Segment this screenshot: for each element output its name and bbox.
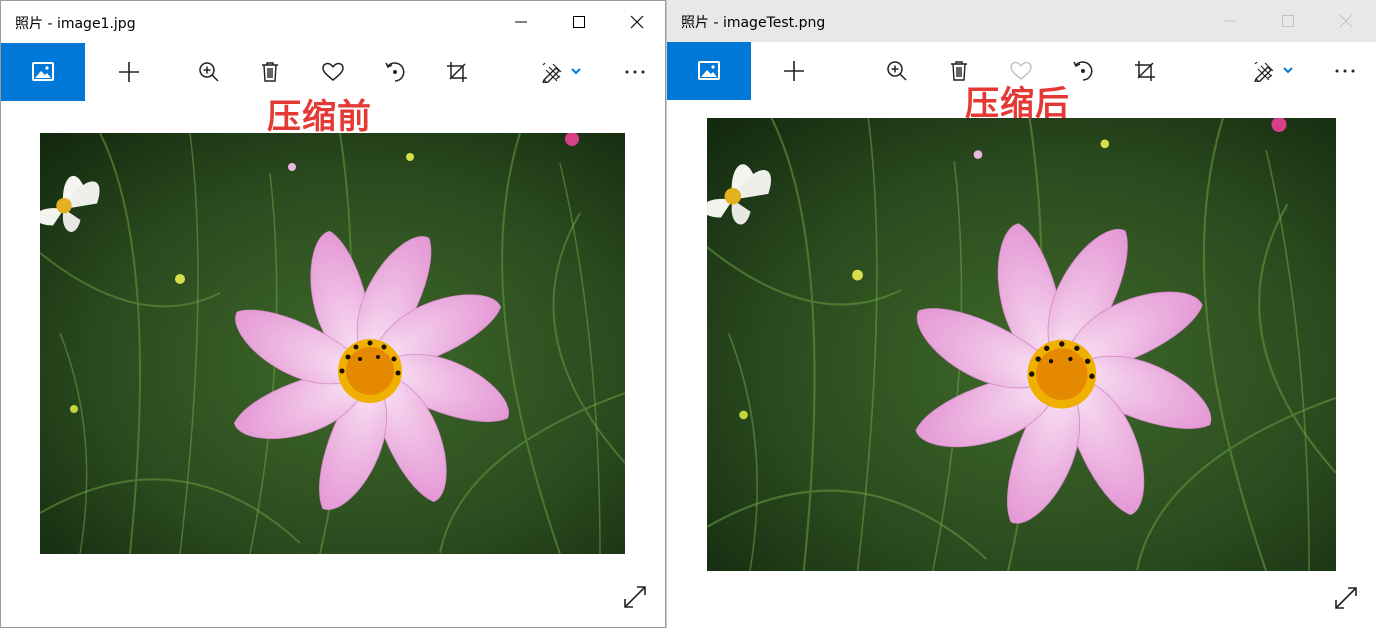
- crop-icon: [1135, 61, 1155, 81]
- favorite-icon: [322, 62, 344, 81]
- maximize-button[interactable]: [1259, 0, 1317, 42]
- crop-button[interactable]: [435, 43, 479, 101]
- full-screen-button[interactable]: [618, 580, 652, 614]
- photo-image1: [40, 133, 625, 554]
- minimize-icon: [1224, 20, 1236, 22]
- photos-window-right: 照片 - imageTest.png 压缩后: [666, 0, 1376, 628]
- crop-button[interactable]: [1123, 42, 1167, 100]
- add-button[interactable]: [107, 43, 151, 101]
- more-button[interactable]: [613, 43, 657, 101]
- add-icon: [784, 61, 804, 81]
- close-button[interactable]: [1317, 0, 1375, 42]
- maximize-icon: [1282, 15, 1294, 27]
- more-button[interactable]: [1323, 42, 1367, 100]
- zoom-button[interactable]: [187, 43, 231, 101]
- edit-draw-icon: [542, 62, 562, 83]
- photos-window-left: 照片 - image1.jpg 压缩前: [0, 0, 666, 628]
- chevron-down-icon: [1283, 67, 1293, 74]
- close-icon: [1339, 14, 1353, 28]
- minimize-button[interactable]: [492, 1, 550, 43]
- more-icon: [1335, 69, 1355, 73]
- edit-create-button[interactable]: [533, 43, 589, 101]
- add-icon: [119, 62, 139, 82]
- add-button[interactable]: [772, 42, 816, 100]
- collection-home-button[interactable]: [667, 42, 751, 100]
- edit-create-button[interactable]: [1245, 42, 1301, 100]
- rotate-button[interactable]: [373, 43, 417, 101]
- cosmos-flower-photo: [707, 118, 1336, 571]
- close-button[interactable]: [608, 1, 665, 43]
- rotate-icon: [385, 62, 405, 82]
- zoom-in-icon: [199, 62, 219, 82]
- desktop: 照片 - image1.jpg 压缩前 照片 - imageTest.png 压…: [0, 0, 1376, 628]
- maximize-icon: [573, 16, 585, 28]
- expand-icon: [1335, 587, 1357, 609]
- photo-home-icon: [32, 62, 54, 81]
- cosmos-flower-photo: [40, 133, 625, 554]
- window-title: 照片 - image1.jpg: [15, 16, 136, 32]
- collection-home-button[interactable]: [1, 43, 85, 101]
- zoom-button[interactable]: [875, 42, 919, 100]
- title-bar[interactable]: 照片 - imageTest.png: [667, 0, 1376, 42]
- delete-icon: [262, 62, 278, 82]
- maximize-button[interactable]: [550, 1, 608, 43]
- expand-icon: [624, 586, 646, 608]
- minimize-button[interactable]: [1201, 0, 1259, 42]
- photo-imagetest: [707, 118, 1336, 571]
- crop-icon: [447, 62, 467, 82]
- edit-draw-icon: [1254, 61, 1274, 82]
- more-icon: [625, 70, 645, 74]
- zoom-in-icon: [887, 61, 907, 81]
- photo-home-icon: [698, 61, 720, 80]
- chevron-down-icon: [571, 68, 581, 75]
- annotation-before: 压缩前: [267, 97, 372, 137]
- window-title: 照片 - imageTest.png: [681, 15, 826, 31]
- title-bar[interactable]: 照片 - image1.jpg: [1, 1, 665, 43]
- minimize-icon: [515, 21, 527, 23]
- close-icon: [630, 15, 644, 29]
- full-screen-button[interactable]: [1329, 581, 1363, 615]
- rotate-icon: [1073, 61, 1093, 81]
